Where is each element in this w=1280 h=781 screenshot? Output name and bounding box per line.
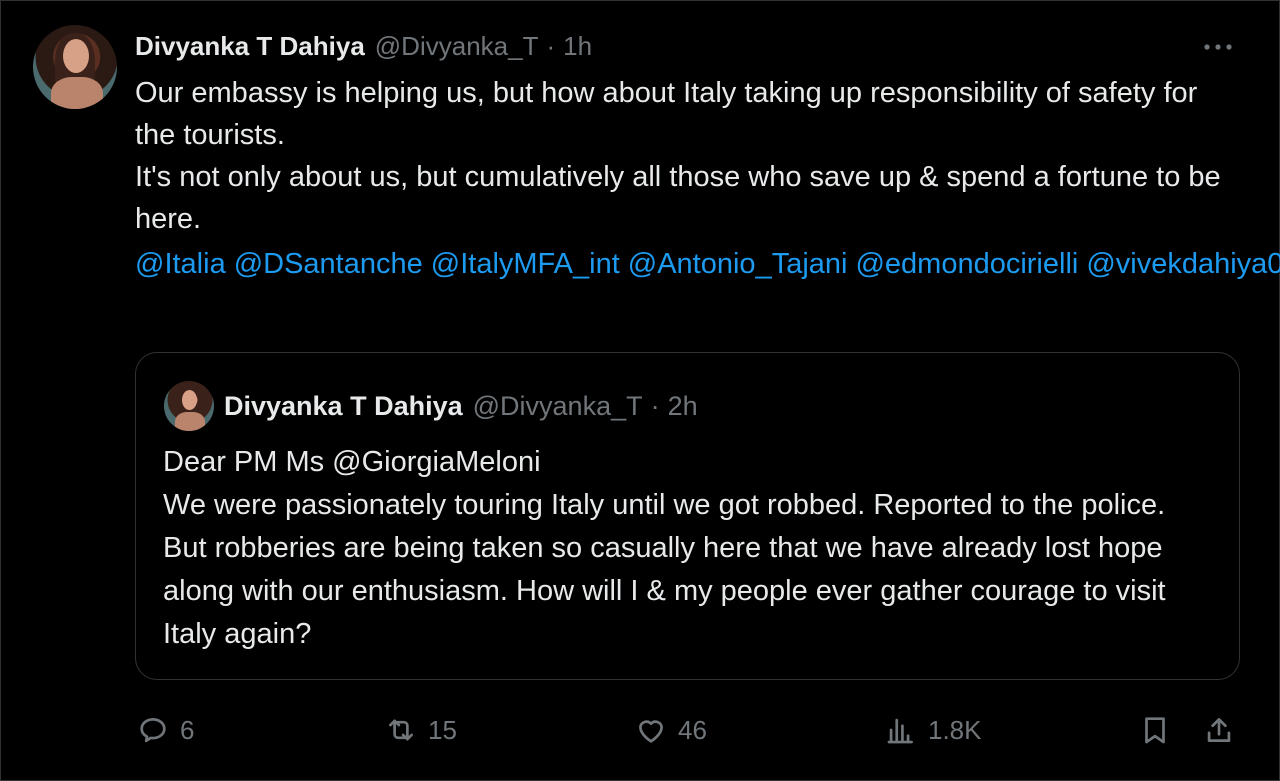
mention-link[interactable]: @DSantanche (234, 248, 423, 280)
views-button[interactable]: 1.8K (884, 710, 982, 750)
like-count: 46 (678, 714, 707, 745)
author-handle[interactable]: @Divyanka_T (375, 31, 539, 62)
retweet-icon (389, 719, 413, 741)
like-icon (639, 720, 663, 743)
tweet-text-line: Our embassy is helping us, but how about… (135, 77, 1198, 151)
views-count: 1.8K (928, 714, 982, 745)
quoted-header: Divyanka T Dahiya @Divyanka_T · 2h (224, 389, 698, 423)
quoted-tweet[interactable]: Divyanka T Dahiya @Divyanka_T · 2h Dear … (135, 352, 1240, 680)
reply-count: 6 (180, 714, 195, 745)
quoted-author-handle[interactable]: @Divyanka_T (473, 391, 643, 422)
mentions: @Italia @DSantanche @ItalyMFA_int @Antonio_… (135, 243, 1280, 285)
like-button[interactable]: 46 (634, 710, 707, 750)
quoted-timestamp[interactable]: 2h (668, 391, 698, 422)
quoted-text-line: Dear PM Ms @GiorgiaMeloni (163, 446, 541, 478)
action-bar: 6 15 46 1.8K (0, 700, 1280, 760)
views-icon (887, 718, 913, 744)
mention-link[interactable]: @ItalyMFA_int (431, 248, 620, 280)
mention-link[interactable]: @edmondocirielli (855, 248, 1078, 280)
mention-link[interactable]: @vivekdahiya08 (1086, 248, 1280, 280)
more-icon[interactable] (1198, 32, 1238, 62)
reply-icon (140, 718, 166, 743)
retweet-button[interactable]: 15 (384, 710, 457, 750)
bookmark-icon (1145, 717, 1165, 744)
quoted-text: Dear PM Ms @GiorgiaMeloni We were passio… (163, 441, 1213, 656)
separator: · (546, 30, 556, 61)
timestamp[interactable]: 1h (563, 31, 592, 62)
reply-button[interactable]: 6 (136, 710, 194, 750)
tweet-text: Our embassy is helping us, but how about… (135, 72, 1225, 240)
avatar[interactable] (33, 25, 117, 109)
tweet-header: Divyanka T Dahiya @Divyanka_T · 1h (135, 29, 592, 63)
share-icon (1207, 718, 1231, 742)
separator: · (650, 390, 660, 421)
retweet-count: 15 (428, 714, 457, 745)
author-name[interactable]: Divyanka T Dahiya (135, 31, 365, 62)
tweet-text-line: It's not only about us, but cumulatively… (135, 161, 1221, 235)
bookmark-button[interactable] (1138, 710, 1172, 750)
mention-link[interactable]: @Italia (135, 248, 226, 280)
quoted-author-name[interactable]: Divyanka T Dahiya (224, 391, 463, 422)
mention-link[interactable]: @Antonio_Tajani (628, 248, 848, 280)
quoted-avatar[interactable] (164, 381, 214, 431)
quoted-text-line: We were passionately touring Italy until… (163, 489, 1166, 650)
share-button[interactable] (1202, 710, 1236, 750)
